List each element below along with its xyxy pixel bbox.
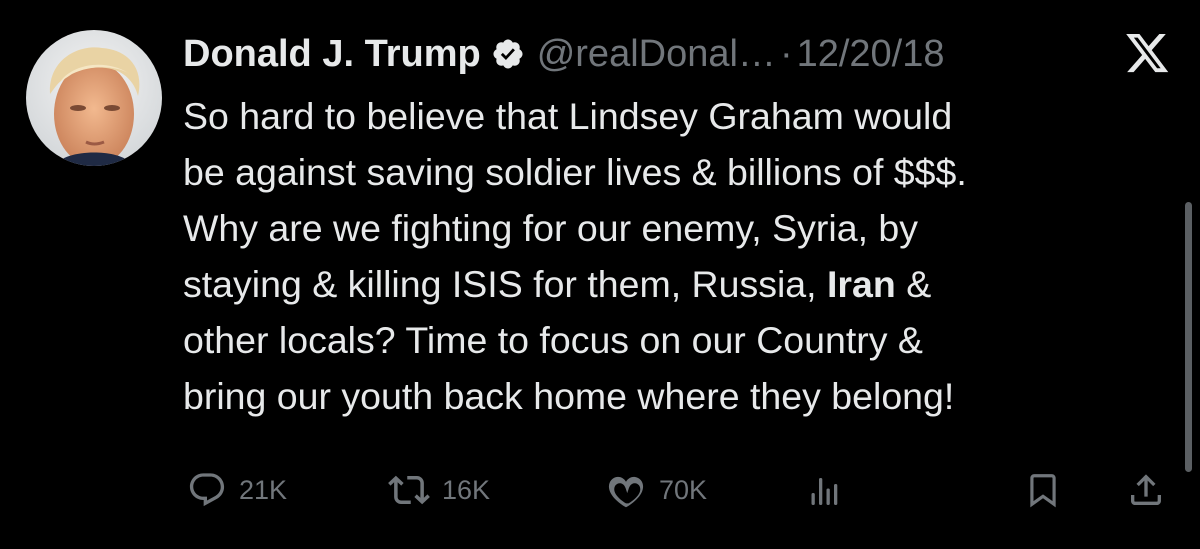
author-display-name[interactable]: Donald J. Trump (183, 33, 481, 76)
avatar[interactable] (26, 30, 162, 166)
views-icon (811, 478, 838, 505)
tweet-text-line: Why are we fighting for our enemy, Syria… (183, 207, 919, 249)
tweet-header: Donald J. Trump @realDonal… · 12/20/18 (183, 28, 945, 80)
tweet-text: So hard to believe that Lindsey Graham w… (183, 88, 1183, 424)
tweet-text-line: bring our youth back home where they bel… (183, 375, 955, 417)
tweet-text-line: staying & killing ISIS for them, Russia,… (183, 263, 932, 305)
avatar-portrait-icon (26, 30, 162, 166)
reply-button[interactable]: 21K (187, 466, 287, 514)
bookmark-button[interactable] (1024, 466, 1062, 514)
tweet-text-line: other locals? Time to focus on our Count… (183, 319, 923, 361)
x-logo-icon (1126, 34, 1170, 74)
tweet-text-line: So hard to believe that Lindsey Graham w… (183, 95, 953, 137)
like-count: 70K (659, 474, 708, 505)
retweet-count: 16K (442, 474, 491, 505)
heart-icon (608, 476, 644, 508)
retweet-icon (388, 475, 430, 505)
reply-count: 21K (239, 474, 288, 505)
retweet-button[interactable]: 16K (388, 466, 490, 514)
tweet-action-bar: 21K 16K 70K (183, 466, 1173, 514)
author-handle[interactable]: @realDonal… (537, 33, 776, 76)
share-icon (1131, 474, 1161, 505)
reply-icon (189, 473, 225, 507)
views-button[interactable] (807, 466, 843, 514)
scrollbar[interactable] (1185, 202, 1192, 472)
tweet-date[interactable]: 12/20/18 (797, 33, 945, 76)
tweet-text-line: be against saving soldier lives & billio… (183, 151, 967, 193)
header-separator: · (779, 32, 793, 75)
bookmark-icon (1030, 474, 1056, 508)
bold-word: Iran (827, 263, 896, 305)
share-button[interactable] (1126, 466, 1166, 514)
like-button[interactable]: 70K (605, 466, 707, 514)
verified-badge-icon[interactable] (491, 37, 525, 71)
tweet[interactable]: Donald J. Trump @realDonal… · 12/20/18 S… (0, 0, 1200, 549)
